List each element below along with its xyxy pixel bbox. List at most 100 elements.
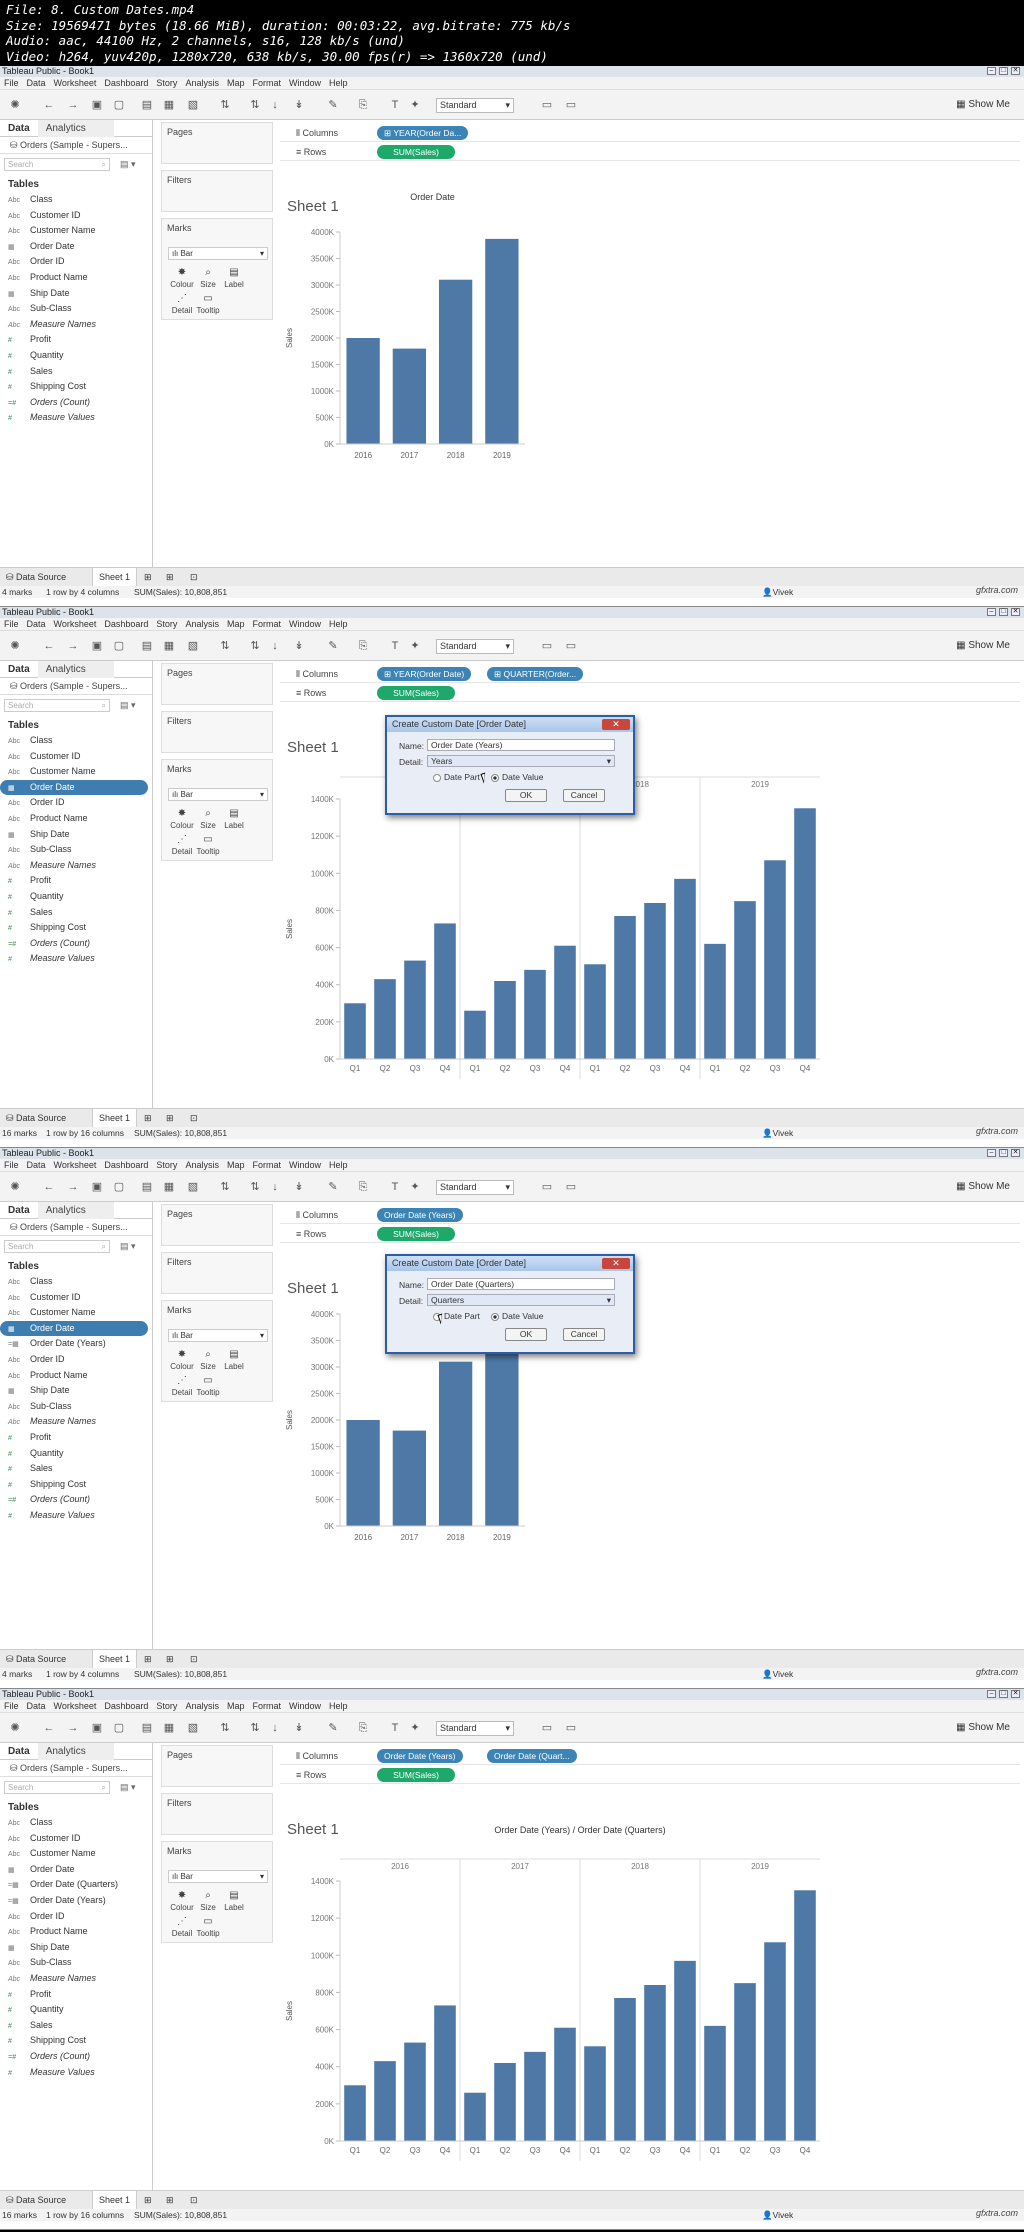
presentation-icon[interactable]: ▭ bbox=[564, 98, 578, 112]
menu-dashboard[interactable]: Dashboard bbox=[100, 77, 152, 90]
pages-card[interactable]: Pages bbox=[161, 1745, 273, 1787]
field-item[interactable]: Abc Order ID bbox=[0, 795, 152, 811]
user-icon[interactable]: 👤 Vivek bbox=[762, 2209, 793, 2221]
rows-pill[interactable]: SUM(Sales) bbox=[377, 1227, 455, 1241]
user-icon[interactable]: 👤 Vivek bbox=[762, 1127, 793, 1139]
field-item[interactable]: # Profit bbox=[0, 332, 152, 348]
menu-analysis[interactable]: Analysis bbox=[181, 618, 223, 631]
menu-analysis[interactable]: Analysis bbox=[181, 1159, 223, 1172]
highlight-icon[interactable]: ✎ bbox=[326, 1721, 340, 1735]
columns-shelf[interactable]: ⦀ Columns Order Date (Years) Order Date (Q… bbox=[280, 1747, 1020, 1765]
new-datasource-icon[interactable]: ▢ bbox=[112, 1721, 126, 1735]
columns-shelf[interactable]: ⦀ Columns ⊞ YEAR(Order Date) ⊞ QUARTER(Ord… bbox=[280, 665, 1020, 683]
mark-type-select[interactable]: ılı Bar ▾ bbox=[168, 247, 268, 260]
menu-map[interactable]: Map bbox=[223, 77, 249, 90]
tab-analytics[interactable]: Analytics bbox=[37, 1202, 114, 1219]
field-item[interactable]: Abc Sub-Class bbox=[0, 842, 152, 858]
menu-dashboard[interactable]: Dashboard bbox=[100, 1700, 152, 1713]
menu-dashboard[interactable]: Dashboard bbox=[100, 618, 152, 631]
sort-asc-icon[interactable]: ⇅ bbox=[248, 639, 262, 653]
menu-help[interactable]: Help bbox=[325, 618, 352, 631]
undo-icon[interactable]: ← bbox=[42, 1721, 56, 1735]
menu-story[interactable]: Story bbox=[152, 77, 181, 90]
new-dashboard-icon[interactable]: ⊞ bbox=[166, 1113, 174, 1124]
mark-label-button[interactable]: ▤ Label bbox=[222, 267, 246, 289]
fit-select[interactable]: Standard ▾ bbox=[436, 639, 514, 654]
new-datasource-icon[interactable]: ▢ bbox=[112, 98, 126, 112]
menu-file[interactable]: File bbox=[0, 1700, 23, 1713]
field-item[interactable]: # Shipping Cost bbox=[0, 1477, 152, 1493]
field-item[interactable]: # Sales bbox=[0, 2018, 152, 2034]
bar[interactable] bbox=[404, 960, 426, 1059]
field-item[interactable]: Abc Order ID bbox=[0, 254, 152, 270]
date-part-radio[interactable]: Date Part bbox=[433, 772, 480, 782]
bar[interactable] bbox=[764, 1942, 786, 2141]
tab-analytics[interactable]: Analytics bbox=[37, 661, 114, 678]
pin-icon[interactable]: ✦ bbox=[408, 98, 422, 112]
tab-data[interactable]: Data bbox=[0, 1743, 38, 1760]
bar[interactable] bbox=[374, 2061, 396, 2141]
attach-icon[interactable]: ⎘ bbox=[356, 1180, 370, 1194]
field-item[interactable]: Abc Product Name bbox=[0, 270, 152, 286]
close-icon[interactable]: ✕ bbox=[602, 1258, 630, 1269]
mark-size-button[interactable]: ⌕ Size bbox=[196, 267, 220, 289]
highlight-icon[interactable]: ✎ bbox=[326, 98, 340, 112]
search-input[interactable]: Search ⌕ bbox=[4, 158, 110, 171]
field-item[interactable]: Abc Measure Names bbox=[0, 317, 152, 333]
pin-icon[interactable]: ✦ bbox=[408, 639, 422, 653]
sheet-tab[interactable]: Sheet 1 bbox=[92, 1109, 138, 1128]
mark-detail-button[interactable]: ⋰ Detail bbox=[170, 834, 194, 856]
minimize-icon[interactable]: – bbox=[987, 608, 996, 616]
bar[interactable] bbox=[614, 1998, 636, 2141]
field-item[interactable]: Abc Customer ID bbox=[0, 1290, 152, 1306]
fit-icon[interactable]: ▭ bbox=[540, 98, 554, 112]
maximize-icon[interactable]: □ bbox=[999, 1690, 1008, 1698]
duplicate-icon[interactable]: ▧ bbox=[186, 98, 200, 112]
menu-data[interactable]: Data bbox=[23, 1159, 50, 1172]
sort-asc-icon[interactable]: ⇅ bbox=[248, 98, 262, 112]
mark-colour-button[interactable]: ✸ Colour bbox=[170, 1890, 194, 1912]
new-sheet-icon[interactable]: ⊞ bbox=[144, 1654, 152, 1665]
menu-format[interactable]: Format bbox=[248, 77, 285, 90]
field-item[interactable]: =# Orders (Count) bbox=[0, 936, 152, 952]
duplicate-icon[interactable]: ▧ bbox=[186, 1721, 200, 1735]
new-story-icon[interactable]: ⊡ bbox=[190, 572, 198, 583]
rows-pill[interactable]: SUM(Sales) bbox=[377, 1768, 455, 1782]
sheet-tab[interactable]: Sheet 1 bbox=[92, 568, 138, 587]
menu-map[interactable]: Map bbox=[223, 618, 249, 631]
bar[interactable] bbox=[494, 2063, 516, 2141]
rows-shelf[interactable]: ≡ Rows SUM(Sales) bbox=[280, 1766, 1020, 1784]
close-window-icon[interactable]: ✕ bbox=[1011, 67, 1020, 75]
name-input[interactable]: Order Date (Years) bbox=[427, 739, 615, 751]
sort-desc-icon[interactable]: ↓ bbox=[268, 639, 282, 653]
attach-icon[interactable]: ⎘ bbox=[356, 639, 370, 653]
presentation-icon[interactable]: ▭ bbox=[564, 1721, 578, 1735]
attach-icon[interactable]: ⎘ bbox=[356, 98, 370, 112]
field-item[interactable]: Abc Customer ID bbox=[0, 208, 152, 224]
menu-worksheet[interactable]: Worksheet bbox=[50, 77, 101, 90]
field-item[interactable]: Abc Class bbox=[0, 1274, 152, 1290]
field-item[interactable]: # Profit bbox=[0, 873, 152, 889]
date-value-radio[interactable]: Date Value bbox=[491, 1311, 543, 1321]
save-icon[interactable]: ▣ bbox=[90, 1721, 104, 1735]
bar[interactable] bbox=[674, 1960, 696, 2141]
new-sheet-icon[interactable]: ▦ bbox=[162, 98, 176, 112]
bar[interactable] bbox=[434, 923, 456, 1059]
undo-icon[interactable]: ← bbox=[42, 1180, 56, 1194]
field-item[interactable]: # Profit bbox=[0, 1430, 152, 1446]
field-item[interactable]: Abc Customer Name bbox=[0, 1846, 152, 1862]
presentation-icon[interactable]: ▭ bbox=[564, 1180, 578, 1194]
tab-analytics[interactable]: Analytics bbox=[37, 120, 114, 137]
filters-card[interactable]: Filters bbox=[161, 711, 273, 753]
menu-story[interactable]: Story bbox=[152, 1159, 181, 1172]
field-item[interactable]: ▦ Ship Date bbox=[0, 1383, 152, 1399]
pause-icon[interactable]: ▤ bbox=[140, 639, 154, 653]
mark-colour-button[interactable]: ✸ Colour bbox=[170, 1349, 194, 1371]
field-item[interactable]: Abc Product Name bbox=[0, 811, 152, 827]
mark-colour-button[interactable]: ✸ Colour bbox=[170, 267, 194, 289]
field-item[interactable]: Abc Customer ID bbox=[0, 1831, 152, 1847]
menu-window[interactable]: Window bbox=[285, 1700, 325, 1713]
save-icon[interactable]: ▣ bbox=[90, 98, 104, 112]
field-item[interactable]: Abc Customer ID bbox=[0, 749, 152, 765]
bar[interactable] bbox=[644, 903, 666, 1059]
